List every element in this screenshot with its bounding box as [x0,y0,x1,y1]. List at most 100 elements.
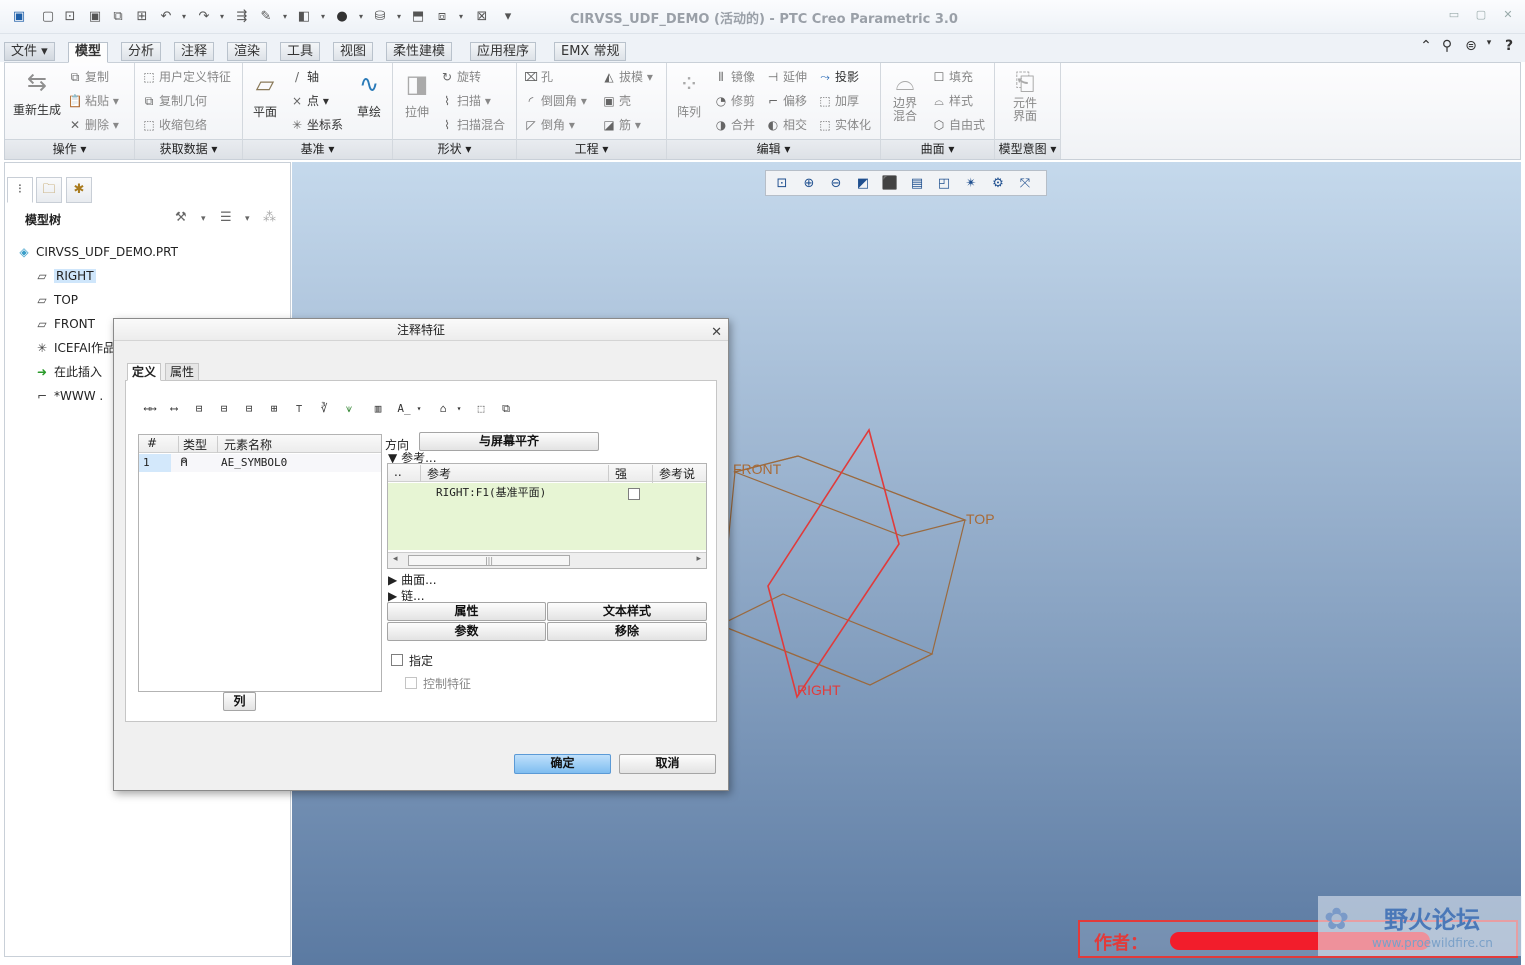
component-interface-button[interactable]: ⎗ 元件界面 [1005,67,1045,123]
trim-button[interactable]: ◔ 修剪 [713,92,755,110]
redo-dropdown-icon[interactable]: ▾ [218,8,226,24]
group-shapes-footer[interactable]: 形状 ▾ [393,139,516,159]
appearance-dropdown-icon[interactable]: ▾ [357,8,365,24]
remove-button[interactable]: 移除 [547,622,707,641]
text-style-dropdown-icon[interactable]: ▾ [414,399,424,419]
regenerate-icon[interactable]: ⇶ [234,8,250,24]
undo-icon[interactable]: ↶ [158,8,174,24]
zoom-in-icon[interactable]: ⊕ [799,174,819,194]
tab-annotate[interactable]: 注释 [174,42,215,61]
help-icon[interactable]: ? [1500,38,1518,54]
copy-ae-icon[interactable]: ⧉ [496,399,516,419]
fill-button[interactable]: ☐ 填充 [931,68,973,86]
tab-flexible-modeling[interactable]: 柔性建模 [386,42,453,61]
solidify-button[interactable]: ⬚ 实体化 [817,116,871,134]
pattern-button[interactable]: ⁘ 阵列 [671,69,707,120]
plane-display-icon[interactable]: ◧ [296,8,312,24]
tab-analysis[interactable]: 分析 [121,42,162,61]
new-file-icon[interactable]: ▢ [40,8,56,24]
tree-item-insert-here[interactable]: ➜ 在此插入 [33,362,102,382]
table-row[interactable]: 1 ⍝ AE_SYMBOL0 [139,454,381,472]
control-feature-checkbox[interactable] [405,677,417,689]
point-button[interactable]: × 点 ▾ [289,92,329,110]
group-engineering-footer[interactable]: 工程 ▾ [517,139,666,159]
group-model-intent-footer[interactable]: 模型意图 ▾ [995,139,1060,159]
regenerate-button[interactable]: ⇆ 重新生成 [11,67,63,118]
display-style-icon[interactable]: ⬛ [880,174,900,194]
datum-display-icon[interactable]: ✴ [961,174,981,194]
collapse-ribbon-icon[interactable]: ⌃ [1417,38,1435,54]
paste-button[interactable]: 📋 粘贴 ▾ [67,92,119,110]
add-dimension-icon[interactable]: ⟷ [164,399,184,419]
add-note-icon[interactable]: ⊟ [239,399,259,419]
tree-item-part[interactable]: ◈ CIRVSS_UDF_DEMO.PRT [15,242,178,262]
windows-dropdown-icon[interactable]: ▾ [457,8,465,24]
symbol-dropdown-icon[interactable]: ▾ [454,399,464,419]
csys-button[interactable]: ✳ 坐标系 [289,116,343,134]
tree-item-right[interactable]: ▱ RIGHT [33,266,96,286]
rib-button[interactable]: ◪ 筋 ▾ [601,116,641,134]
merge-button[interactable]: ◑ 合并 [713,116,755,134]
tree-item-top[interactable]: ▱ TOP [33,290,78,310]
shrinkwrap-button[interactable]: ⬚ 收缩包络 [141,116,207,134]
tab-render[interactable]: 渲染 [227,42,268,61]
open-file-icon[interactable]: ⊡ [62,8,78,24]
tree-filter-icon[interactable]: ⁂ [263,210,276,225]
select-box-icon[interactable]: ⬚ [471,399,491,419]
tab-file[interactable]: 文件 ▾ [4,42,55,61]
udf-button[interactable]: ⬚ 用户定义特征 [141,68,231,86]
shell-button[interactable]: ▣ 壳 [601,92,631,110]
symbol-gallery-icon[interactable]: ⌂ [433,399,453,419]
delete-button[interactable]: ✕ 删除 ▾ [67,116,119,134]
columns-button[interactable]: 列 [223,692,256,711]
spin-center-icon[interactable]: ⤧ [1015,174,1035,194]
group-get-data-footer[interactable]: 获取数据 ▾ [135,139,242,159]
tab-view[interactable]: 视图 [333,42,374,61]
horizontal-scrollbar[interactable]: ◂ ||| ▸ [388,552,706,568]
group-editing-footer[interactable]: 编辑 ▾ [667,139,880,159]
tree-settings-icon[interactable]: ⚒ [175,210,187,225]
undo-dropdown-icon[interactable]: ▾ [180,8,188,24]
scroll-left-icon[interactable]: ◂ [393,554,398,564]
named-view-icon[interactable]: ⬒ [410,8,426,24]
tab-tools[interactable]: 工具 [280,42,321,61]
properties-button[interactable]: 属性 [387,602,546,621]
search-icon[interactable]: ⚲ [1438,38,1456,54]
copy-geometry-button[interactable]: ⧉ 复制几何 [141,92,207,110]
save-icon[interactable]: ▣ [87,8,103,24]
repaint-icon[interactable]: ◩ [853,174,873,194]
freestyle-button[interactable]: ⬡ 自由式 [931,116,985,134]
tree-item-front[interactable]: ▱ FRONT [33,314,95,334]
community-dropdown-icon[interactable]: ▾ [1480,38,1498,48]
intersect-button[interactable]: ◐ 相交 [765,116,807,134]
close-icon[interactable]: ✕ [1501,8,1515,21]
ok-button[interactable]: 确定 [514,754,611,774]
group-operations-footer[interactable]: 操作 ▾ [5,139,134,159]
text-style-icon[interactable]: A̲ [394,399,414,419]
add-surface-finish-icon[interactable]: ∛ [314,399,334,419]
axis-button[interactable]: / 轴 [289,68,319,86]
view-manager-icon[interactable]: ◰ [934,174,954,194]
maximize-icon[interactable]: ▢ [1474,8,1488,21]
specify-checkbox[interactable] [391,654,403,666]
annotation-display-icon[interactable]: ⚙ [988,174,1008,194]
display-style-icon[interactable]: ⛁ [372,8,388,24]
add-gtol-icon[interactable]: ⊟ [189,399,209,419]
swept-blend-button[interactable]: ⌇ 扫描混合 [439,116,505,134]
add-datum-tag-icon[interactable]: ⊟ [214,399,234,419]
project-button[interactable]: ⤳ 投影 [817,68,859,86]
add-table-icon[interactable]: ⊞ [264,399,284,419]
show-dropdown-icon[interactable]: ▾ [245,214,250,224]
table-row[interactable]: RIGHT:F1(基准平面) [388,484,706,502]
group-datum-footer[interactable]: 基准 ▾ [243,139,392,159]
tree-settings-dropdown-icon[interactable]: ▾ [201,214,206,224]
boundary-blend-button[interactable]: ⌓ 边界混合 [885,67,925,123]
redo-icon[interactable]: ↷ [196,8,212,24]
add-datum-target-icon[interactable]: ⊤ [289,399,309,419]
parameters-button[interactable]: 参数 [387,622,546,641]
strong-checkbox[interactable] [628,488,640,500]
tab-emx[interactable]: EMX 常规 [554,42,627,61]
surfaces-expander[interactable]: ▶ 曲面... [388,571,437,588]
revolve-button[interactable]: ↻ 旋转 [439,68,481,86]
show-icon[interactable]: ☰ [220,210,232,225]
